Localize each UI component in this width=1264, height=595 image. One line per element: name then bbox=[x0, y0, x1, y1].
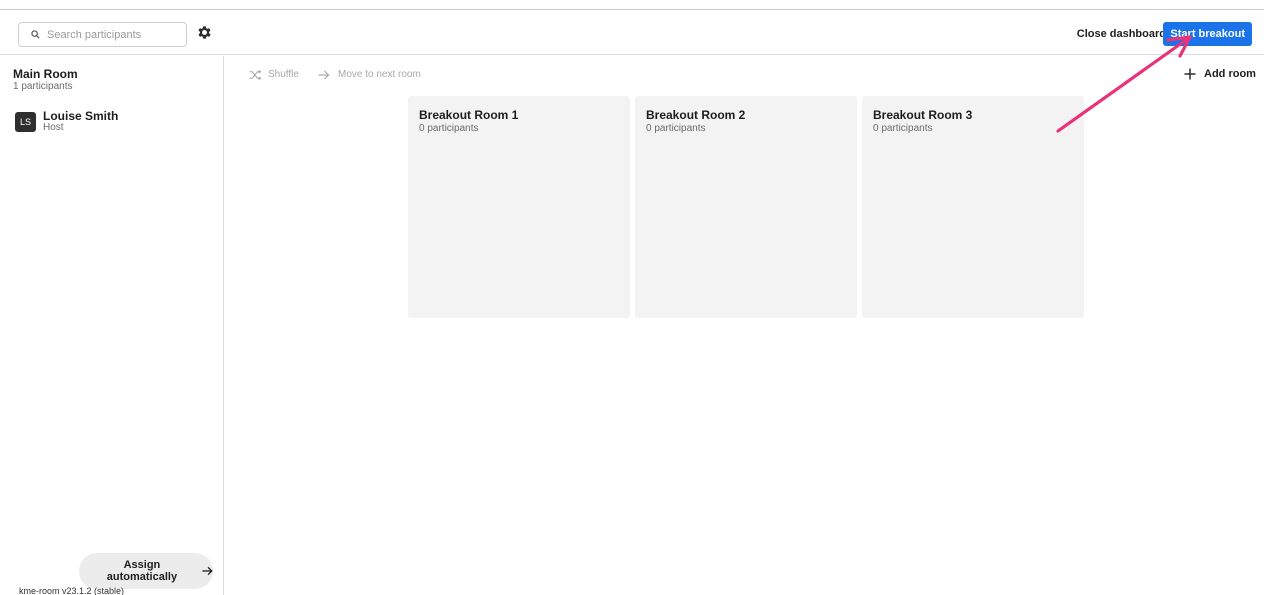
arrow-right-icon bbox=[318, 70, 330, 79]
move-to-next-room-label: Move to next room bbox=[338, 69, 421, 80]
add-room-label: Add room bbox=[1204, 68, 1256, 80]
plus-icon bbox=[1184, 68, 1196, 80]
arrow-right-icon bbox=[202, 566, 213, 576]
move-to-next-room-button[interactable]: Move to next room bbox=[318, 69, 421, 80]
room-title: Breakout Room 3 bbox=[873, 108, 973, 122]
search-box[interactable] bbox=[18, 22, 187, 47]
participant-item[interactable]: LS Louise Smith Host bbox=[15, 109, 215, 135]
version-label: kme-room v23.1.2 (stable) bbox=[19, 586, 125, 595]
room-title: Breakout Room 2 bbox=[646, 108, 746, 122]
add-room-button[interactable]: Add room bbox=[1184, 68, 1256, 80]
breakout-room-card[interactable]: Breakout Room 1 0 participants bbox=[408, 96, 630, 318]
sidebar: Main Room 1 participants LS Louise Smith… bbox=[0, 56, 224, 595]
avatar: LS bbox=[15, 112, 36, 132]
close-dashboard-button[interactable]: Close dashboard bbox=[1077, 28, 1166, 40]
breakout-room-card[interactable]: Breakout Room 2 0 participants bbox=[635, 96, 857, 318]
shuffle-icon bbox=[249, 69, 262, 80]
start-breakout-button[interactable]: Start breakout bbox=[1163, 22, 1252, 46]
room-title: Breakout Room 1 bbox=[419, 108, 519, 122]
gear-icon[interactable] bbox=[196, 24, 213, 41]
assign-automatically-label: Assign automatically bbox=[106, 559, 178, 583]
room-participant-count: 0 participants bbox=[873, 123, 933, 134]
search-icon bbox=[31, 30, 40, 39]
search-input[interactable] bbox=[47, 28, 177, 41]
shuffle-label: Shuffle bbox=[268, 69, 299, 80]
main-room-title: Main Room bbox=[13, 67, 78, 81]
room-participant-count: 0 participants bbox=[419, 123, 479, 134]
top-bar: Close dashboard Start breakout bbox=[0, 9, 1264, 55]
main-room-count: 1 participants bbox=[13, 81, 73, 92]
shuffle-button[interactable]: Shuffle bbox=[249, 69, 299, 80]
room-participant-count: 0 participants bbox=[646, 123, 706, 134]
participant-role: Host bbox=[43, 122, 64, 133]
assign-automatically-button[interactable]: Assign automatically bbox=[79, 553, 213, 589]
participant-name: Louise Smith bbox=[43, 109, 119, 123]
breakout-room-card[interactable]: Breakout Room 3 0 participants bbox=[862, 96, 1084, 318]
